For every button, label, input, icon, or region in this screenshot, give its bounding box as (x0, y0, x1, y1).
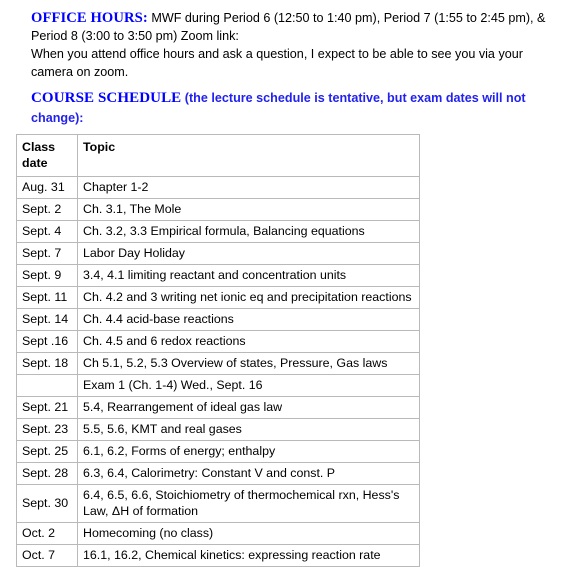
table-row: Sept. 21 5.4, Rearrangement of ideal gas … (16, 396, 420, 419)
table-row: Oct. 2 Homecoming (no class) (16, 522, 420, 545)
cell-class-date: Sept. 23 (16, 418, 78, 441)
cell-topic: 5.5, 5.6, KMT and real gases (77, 418, 420, 441)
table-row: Sept .16 Ch. 4.5 and 6 redox reactions (16, 330, 420, 353)
table-row: Sept. 7 Labor Day Holiday (16, 242, 420, 265)
office-hours-note: When you attend office hours and ask a q… (31, 47, 523, 79)
cell-topic: Ch. 4.5 and 6 redox reactions (77, 330, 420, 353)
cell-topic: Ch. 4.2 and 3 writing net ionic eq and p… (77, 286, 420, 309)
column-header-class-date: Class date (16, 134, 78, 177)
cell-topic: Ch. 3.2, 3.3 Empirical formula, Balancin… (77, 220, 420, 243)
cell-topic: Chapter 1-2 (77, 176, 420, 199)
cell-topic: 5.4, Rearrangement of ideal gas law (77, 396, 420, 419)
cell-topic: 16.1, 16.2, Chemical kinetics: expressin… (77, 544, 420, 567)
syllabus-page: OFFICE HOURS: MWF during Period 6 (12:50… (0, 0, 570, 567)
cell-class-date: Sept. 21 (16, 396, 78, 419)
table-row: Sept. 28 6.3, 6.4, Calorimetry: Constant … (16, 462, 420, 485)
course-schedule-title: COURSE SCHEDULE (31, 90, 182, 106)
cell-topic: 6.3, 6.4, Calorimetry: Constant V and co… (77, 462, 420, 485)
cell-class-date: Sept. 14 (16, 308, 78, 331)
table-row: Aug. 31 Chapter 1-2 (16, 176, 420, 199)
column-header-topic: Topic (77, 134, 420, 177)
office-hours-block: OFFICE HOURS: MWF during Period 6 (12:50… (31, 9, 547, 81)
table-row: Exam 1 (Ch. 1-4) Wed., Sept. 16 (16, 374, 420, 397)
cell-class-date: Sept. 11 (16, 286, 78, 309)
table-row: Sept. 9 3.4, 4.1 limiting reactant and co… (16, 264, 420, 287)
cell-class-date: Sept. 2 (16, 198, 78, 221)
cell-class-date: Sept. 18 (16, 352, 78, 375)
table-row: Sept. 4 Ch. 3.2, 3.3 Empirical formula, B… (16, 220, 420, 243)
schedule-table-wrapper: Class date Topic Aug. 31 Chapter 1-2 Sept.… (16, 134, 420, 567)
table-row: Sept. 2 Ch. 3.1, The Mole (16, 198, 420, 221)
office-hours-line2: Period 8 (3:00 to 3:50 pm) Zoom link: (31, 29, 239, 43)
table-row: Sept. 25 6.1, 6.2, Forms of energy; entha… (16, 440, 420, 463)
column-header-class-date-line1: Class (22, 140, 56, 154)
cell-topic: 6.4, 6.5, 6.6, Stoichiometry of thermoch… (77, 484, 420, 523)
table-body: Aug. 31 Chapter 1-2 Sept. 2 Ch. 3.1, The Mo… (16, 176, 420, 567)
cell-class-date: Sept. 9 (16, 264, 78, 287)
course-schedule-heading: COURSE SCHEDULE (the lecture schedule is… (31, 88, 531, 128)
table-row: Sept. 18 Ch 5.1, 5.2, 5.3 Overview of sta… (16, 352, 420, 375)
cell-topic: Homecoming (no class) (77, 522, 420, 545)
cell-topic: Exam 1 (Ch. 1-4) Wed., Sept. 16 (77, 374, 420, 397)
cell-class-date: Sept. 4 (16, 220, 78, 243)
cell-topic: Ch. 4.4 acid-base reactions (77, 308, 420, 331)
cell-class-date (16, 374, 78, 397)
cell-class-date: Sept. 30 (16, 484, 78, 523)
cell-class-date: Oct. 7 (16, 544, 78, 567)
table-row: Sept. 11 Ch. 4.2 and 3 writing net ionic … (16, 286, 420, 309)
office-hours-line1-text: MWF during Period 6 (12:50 to 1:40 pm), … (147, 11, 546, 25)
table-row: Sept. 14 Ch. 4.4 acid-base reactions (16, 308, 420, 331)
table-row: Sept. 23 5.5, 5.6, KMT and real gases (16, 418, 420, 441)
cell-class-date: Sept. 28 (16, 462, 78, 485)
cell-class-date: Sept. 25 (16, 440, 78, 463)
cell-class-date: Aug. 31 (16, 176, 78, 199)
cell-topic: Ch. 3.1, The Mole (77, 198, 420, 221)
office-hours-label: OFFICE HOURS: (31, 10, 148, 26)
column-header-class-date-line2: date (22, 156, 48, 170)
table-row: Oct. 7 16.1, 16.2, Chemical kinetics: exp… (16, 544, 420, 567)
cell-topic: Ch 5.1, 5.2, 5.3 Overview of states, Pre… (77, 352, 420, 375)
cell-topic: 3.4, 4.1 limiting reactant and concentra… (77, 264, 420, 287)
table-head: Class date Topic (16, 134, 420, 177)
cell-class-date: Sept. 7 (16, 242, 78, 265)
table-row: Sept. 30 6.4, 6.5, 6.6, Stoichiometry of … (16, 484, 420, 523)
cell-class-date: Oct. 2 (16, 522, 78, 545)
cell-topic: Labor Day Holiday (77, 242, 420, 265)
cell-class-date: Sept .16 (16, 330, 78, 353)
table-header-row: Class date Topic (16, 134, 420, 177)
course-schedule-table: Class date Topic Aug. 31 Chapter 1-2 Sept.… (16, 134, 420, 567)
office-hours-line1: OFFICE HOURS: MWF during Period 6 (12:50… (31, 9, 547, 27)
cell-topic: 6.1, 6.2, Forms of energy; enthalpy (77, 440, 420, 463)
